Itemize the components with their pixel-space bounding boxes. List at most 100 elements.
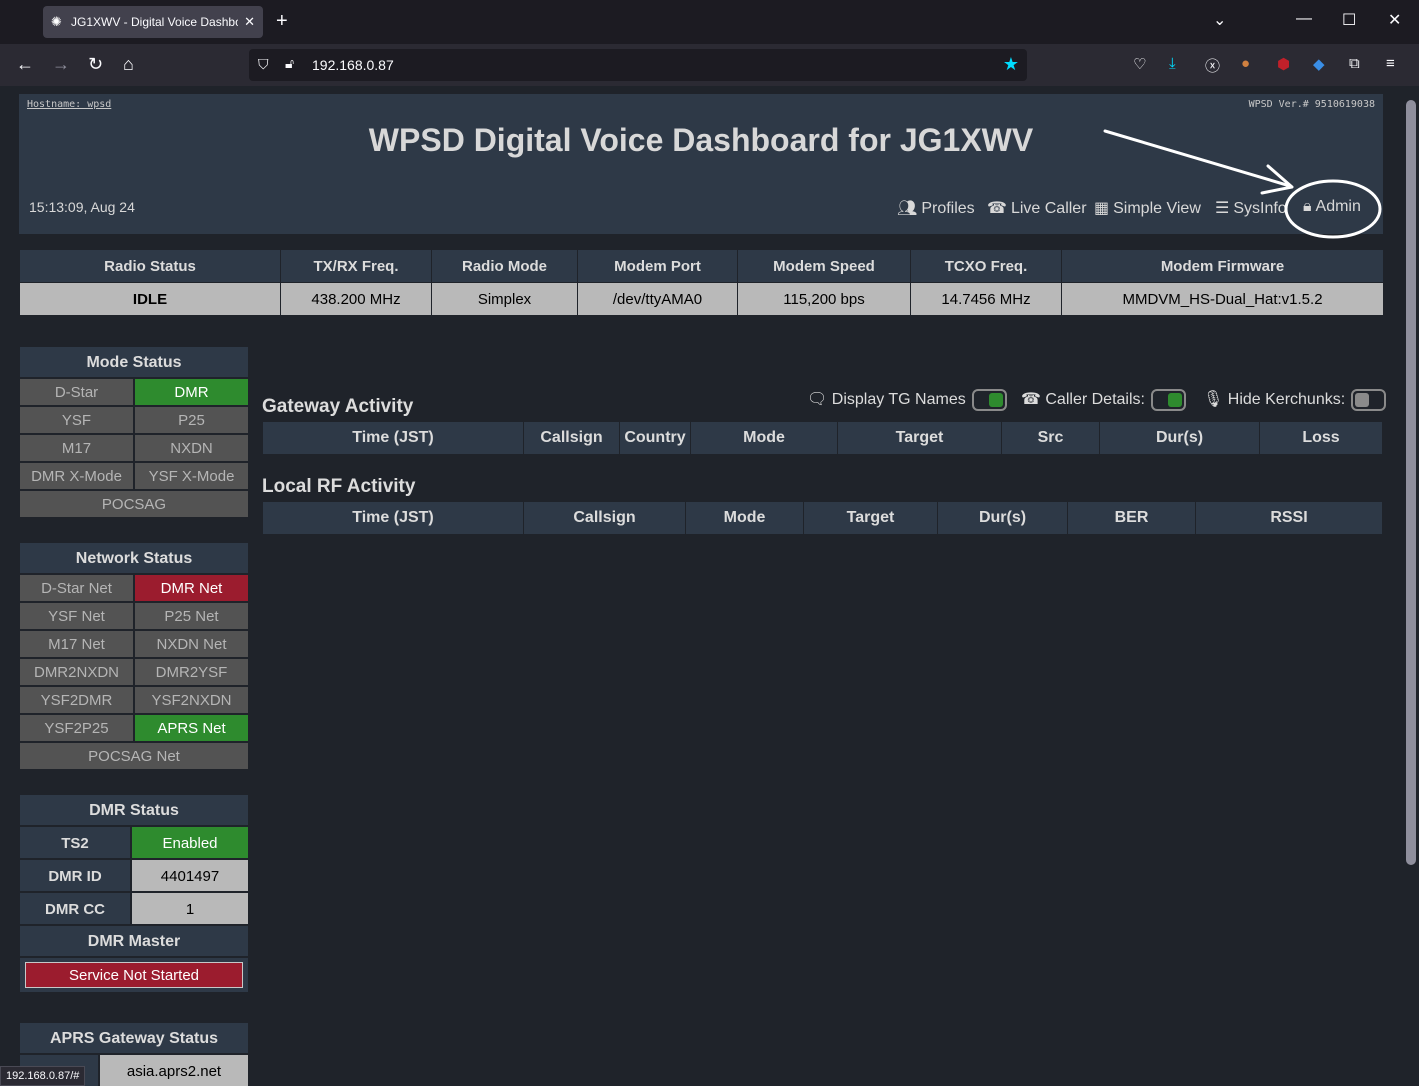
net-dmr2ysf: DMR2YSF xyxy=(134,658,249,686)
table-header: Loss xyxy=(1259,421,1383,455)
net-p25-net: P25 Net xyxy=(134,602,249,630)
ts2-row: TS2 Enabled xyxy=(19,826,249,859)
home-button[interactable]: ⌂ xyxy=(123,54,134,74)
lock-icon[interactable]: 🔓︎ xyxy=(285,55,294,72)
table-header: TX/RX Freq. xyxy=(280,249,432,283)
ublock-icon[interactable]: ⬢ xyxy=(1277,55,1290,73)
page-content: Hostname: wpsd WPSD Ver.# 9510619038 WPS… xyxy=(0,86,1403,1086)
scrollbar-thumb[interactable] xyxy=(1406,100,1416,865)
hide-kerchunks-toggle[interactable]: 🎙︎ Hide Kerchunks: xyxy=(1203,389,1387,411)
mode-d-star: D-Star xyxy=(19,378,134,406)
sysinfo-link[interactable]: ☰ SysInfo xyxy=(1215,198,1287,218)
close-window-button[interactable]: ✕ xyxy=(1388,10,1401,30)
mode-dmr-x-mode: DMR X-Mode xyxy=(19,462,134,490)
table-header: Target xyxy=(837,421,1002,455)
table-header: Callsign xyxy=(523,421,620,455)
admin-link[interactable]: 🔒︎ Admin xyxy=(1303,198,1361,216)
dmr-status-panel: DMR Status TS2 Enabled DMR ID 4401497 DM… xyxy=(19,794,249,993)
mode-status-grid: D-Star DMR YSF P25 M17 NXDN DMR X-Mode YSF X-Mo… xyxy=(19,378,249,518)
url-bar[interactable]: ⛉ 🔓︎ 192.168.0.87 ★ xyxy=(249,49,1027,81)
browser-tab[interactable]: ✺ JG1XWV - Digital Voice Dashbo ✕ xyxy=(43,6,263,38)
table-header: Target xyxy=(803,501,938,535)
url-text[interactable]: 192.168.0.87 xyxy=(312,57,394,73)
toggle-switch[interactable] xyxy=(1351,389,1387,411)
translate-icon[interactable]: ◆ xyxy=(1313,55,1325,73)
reload-button[interactable]: ↻ xyxy=(88,54,103,74)
mode-nxdn: NXDN xyxy=(134,434,249,462)
phone-icon: ☎︎ xyxy=(987,200,1007,217)
table-header: Modem Speed xyxy=(737,249,911,283)
net-dmr-net: DMR Net xyxy=(134,574,249,602)
new-tab-button[interactable]: + xyxy=(276,10,288,33)
table-header: TCXO Freq. xyxy=(910,249,1062,283)
toggle-switch[interactable] xyxy=(971,389,1007,411)
hostname-label[interactable]: Hostname: wpsd xyxy=(27,99,111,110)
live-caller-link[interactable]: ☎︎ Live Caller xyxy=(987,198,1087,218)
download-icon[interactable]: ⤓ xyxy=(1169,55,1176,72)
table-header: Mode xyxy=(685,501,804,535)
table-icon: ▦ xyxy=(1094,200,1110,217)
extensions-icon[interactable]: ⧉ xyxy=(1349,55,1360,72)
bookmark-star-icon[interactable]: ★ xyxy=(1003,54,1019,75)
minimize-button[interactable]: — xyxy=(1296,10,1312,28)
clock-label: 15:13:09, Aug 24 xyxy=(29,199,135,215)
phone-square-icon: ☎︎ xyxy=(1021,391,1046,409)
menu-icon[interactable]: ≡ xyxy=(1386,55,1395,72)
net-ysf2nxdn: YSF2NXDN xyxy=(134,686,249,714)
table-header: BER xyxy=(1067,501,1196,535)
network-status-grid: D-Star Net DMR Net YSF Net P25 Net M17 Net NX… xyxy=(19,574,249,770)
net-ysf-net: YSF Net xyxy=(19,602,134,630)
back-button[interactable]: ← xyxy=(16,54,34,74)
pocket-icon[interactable]: ♡ xyxy=(1133,55,1146,73)
local-rf-title: Local RF Activity xyxy=(262,476,416,497)
mic-slash-icon: 🎙︎ xyxy=(1203,391,1228,409)
x-extension-icon[interactable]: ⓧ xyxy=(1205,55,1220,76)
maximize-button[interactable]: ☐ xyxy=(1342,10,1356,30)
local-rf-table-header: Time (JST) Callsign Mode Target Dur(s) B… xyxy=(262,501,1383,535)
dmr-master-status: Service Not Started xyxy=(19,957,249,993)
browser-tab-bar: ✺ JG1XWV - Digital Voice Dashbo ✕ + ⌄ — … xyxy=(0,0,1419,44)
mode-status-panel: Mode Status D-Star DMR YSF P25 M17 NXDN DMR X-… xyxy=(19,346,249,518)
caller-details-toggle[interactable]: ☎︎ Caller Details: xyxy=(1021,389,1186,411)
gateway-activity-title: Gateway Activity xyxy=(262,396,414,417)
forward-button[interactable]: → xyxy=(52,54,70,74)
tab-title: JG1XWV - Digital Voice Dashbo xyxy=(71,15,239,29)
net-ysf2dmr: YSF2DMR xyxy=(19,686,134,714)
radio-status-value: IDLE xyxy=(19,282,281,316)
gateway-activity-table: Time (JST) Callsign Country Mode Target … xyxy=(262,421,1383,455)
panel-title: Network Status xyxy=(19,542,249,574)
table-header: Dur(s) xyxy=(937,501,1068,535)
table-header: Radio Mode xyxy=(431,249,578,283)
net-pocsag-net: POCSAG Net xyxy=(19,742,249,770)
dmr-cc-row: DMR CC 1 xyxy=(19,892,249,925)
net-ysf2p25: YSF2P25 xyxy=(19,714,134,742)
profiles-link[interactable]: 👥︎ Profiles xyxy=(897,198,975,218)
table-header: RSSI xyxy=(1195,501,1383,535)
radio-info-table: Radio Status TX/RX Freq. Radio Mode Mode… xyxy=(19,249,1384,316)
net-d-star-net: D-Star Net xyxy=(19,574,134,602)
mode-ysf-x-mode: YSF X-Mode xyxy=(134,462,249,490)
page-title: WPSD Digital Voice Dashboard for JG1XWV xyxy=(368,122,1034,158)
simple-view-link[interactable]: ▦ Simple View xyxy=(1094,198,1201,218)
table-header: Callsign xyxy=(523,501,686,535)
shield-icon[interactable]: ⛉ xyxy=(258,56,269,73)
display-tg-names-toggle[interactable]: 🗨︎ Display TG Names xyxy=(807,389,1007,411)
dmr-id-label: DMR ID xyxy=(19,859,131,892)
radio-table-row: IDLE 438.200 MHz Simplex /dev/ttyAMA0 11… xyxy=(19,282,1384,316)
mode-dmr: DMR xyxy=(134,378,249,406)
mode-p25: P25 xyxy=(134,406,249,434)
dmr-cc-value: 1 xyxy=(131,892,249,925)
favicon-icon: ✺ xyxy=(51,14,62,29)
toggle-switch[interactable] xyxy=(1150,389,1186,411)
mode-pocsag: POCSAG xyxy=(19,490,249,518)
table-header: Radio Status xyxy=(19,249,281,283)
panel-title: Mode Status xyxy=(19,346,249,378)
radio-mode-value: Simplex xyxy=(431,282,578,316)
net-dmr2nxdn: DMR2NXDN xyxy=(19,658,134,686)
list-tabs-icon[interactable]: ⌄ xyxy=(1213,10,1226,30)
cookie-icon[interactable]: ● xyxy=(1241,55,1250,72)
dashboard-header: Hostname: wpsd WPSD Ver.# 9510619038 WPS… xyxy=(19,94,1383,234)
lock-icon: 🔒︎ xyxy=(1303,198,1312,215)
tcxo-freq-value: 14.7456 MHz xyxy=(910,282,1062,316)
tab-close-icon[interactable]: ✕ xyxy=(244,14,255,30)
